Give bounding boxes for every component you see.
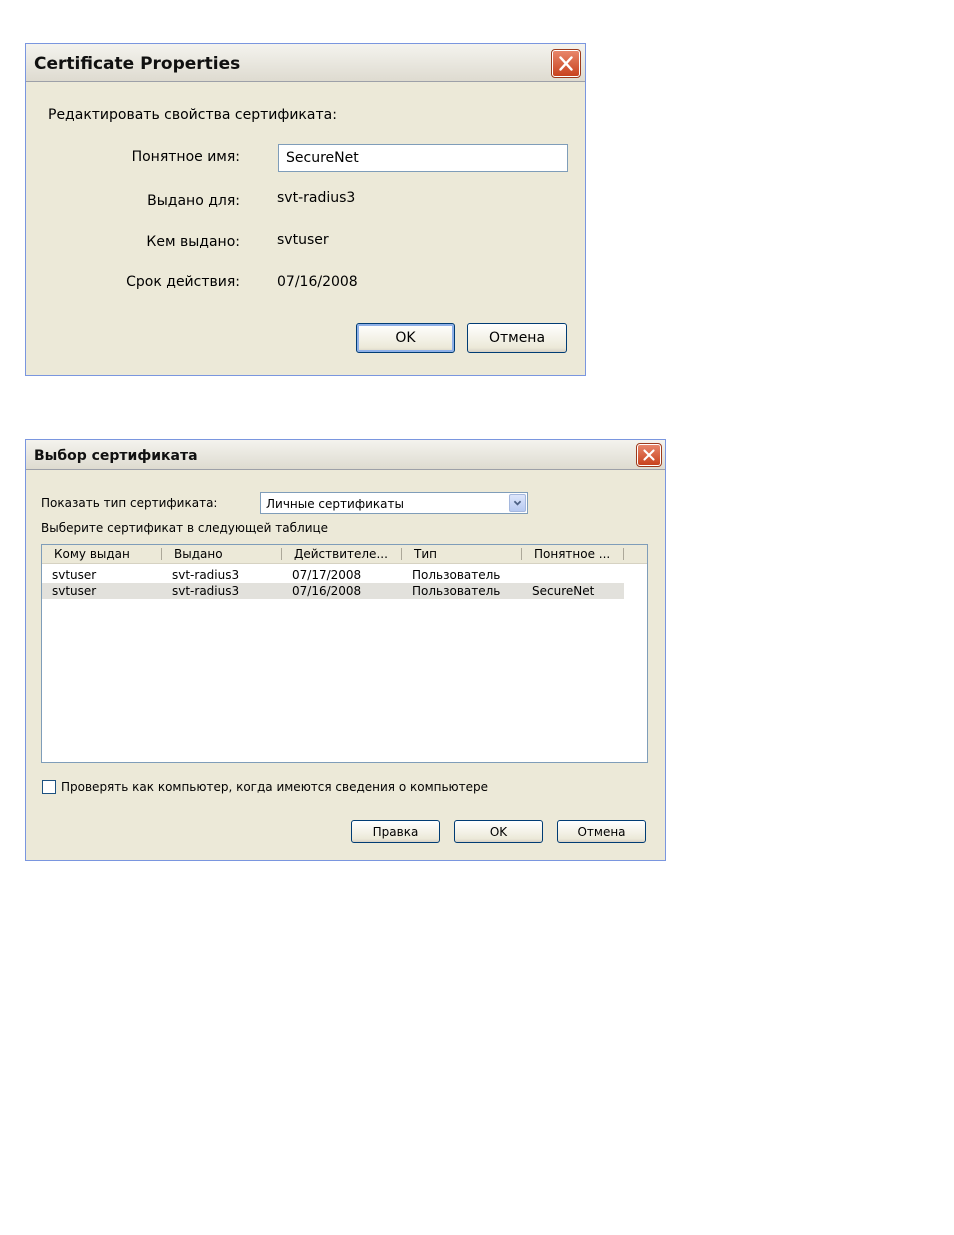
table-cell: SecureNet	[532, 584, 595, 598]
table-cell: svtuser	[52, 584, 97, 598]
issued-to-label: Выдано для:	[147, 193, 240, 209]
cancel-button[interactable]: Отмена	[557, 820, 646, 843]
column-header[interactable]: Тип	[402, 545, 522, 563]
table-cell: svt-radius3	[172, 584, 240, 598]
chevron-down-icon	[513, 500, 522, 506]
table-cell: svt-radius3	[172, 568, 240, 582]
friendly-name-label: Понятное имя:	[131, 149, 240, 165]
table-cell: Пользователь	[412, 584, 501, 598]
issued-by-value: svtuser	[277, 232, 329, 248]
dialog-title: Выбор сертификата	[34, 448, 198, 464]
issued-by-label: Кем выдано:	[146, 234, 240, 250]
expiry-value: 07/16/2008	[277, 274, 358, 290]
dialog-title: Certificate Properties	[34, 54, 241, 74]
table-cell: Пользователь	[412, 568, 501, 582]
expiry-label: Срок действия:	[126, 274, 240, 290]
select-hint: Выберите сертификат в следующей таблице	[41, 521, 329, 535]
verify-as-computer-checkbox[interactable]	[42, 780, 56, 794]
certificate-properties-dialog: Certificate Properties Редактировать сво…	[25, 43, 586, 376]
edit-button[interactable]: Правка	[351, 820, 440, 843]
table-cell: 07/16/2008	[292, 584, 362, 598]
certificate-selection-dialog: Выбор сертификата Показать тип сертифика…	[25, 439, 666, 861]
verify-as-computer-label[interactable]: Проверять как компьютер, когда имеются с…	[61, 780, 488, 794]
friendly-name-input[interactable]	[278, 144, 568, 172]
column-header[interactable]: Действителе...	[282, 545, 402, 563]
dropdown-button[interactable]	[509, 494, 526, 512]
table-header: Кому выдан Выдано Действителе... Тип Пон…	[42, 545, 647, 564]
ok-button[interactable]: OK	[454, 820, 543, 843]
close-icon	[643, 449, 655, 461]
show-type-label: Показать тип сертификата:	[41, 496, 218, 510]
close-button[interactable]	[551, 49, 581, 78]
issued-to-value: svt-radius3	[277, 190, 356, 206]
titlebar[interactable]: Certificate Properties	[26, 44, 585, 82]
cancel-button[interactable]: Отмена	[467, 323, 567, 353]
certificate-table[interactable]: Кому выдан Выдано Действителе... Тип Пон…	[41, 544, 648, 763]
titlebar[interactable]: Выбор сертификата	[26, 440, 665, 470]
column-header[interactable]: Выдано	[162, 545, 282, 563]
table-cell: svtuser	[52, 568, 97, 582]
edit-heading: Редактировать свойства сертификата:	[48, 107, 337, 123]
certificate-type-value: Личные сертификаты	[266, 497, 404, 511]
close-button[interactable]	[636, 443, 662, 467]
ok-button[interactable]: OK	[356, 323, 455, 353]
column-header[interactable]: Понятное ...	[522, 545, 624, 563]
table-cell: 07/17/2008	[292, 568, 362, 582]
close-icon	[559, 56, 573, 71]
certificate-type-select[interactable]: Личные сертификаты	[260, 492, 528, 514]
column-header[interactable]: Кому выдан	[42, 545, 162, 563]
table-row-selected[interactable]: svtuser svt-radius3 07/16/2008 Пользоват…	[42, 583, 624, 599]
table-row[interactable]: svtuser svt-radius3 07/17/2008 Пользоват…	[42, 567, 624, 583]
